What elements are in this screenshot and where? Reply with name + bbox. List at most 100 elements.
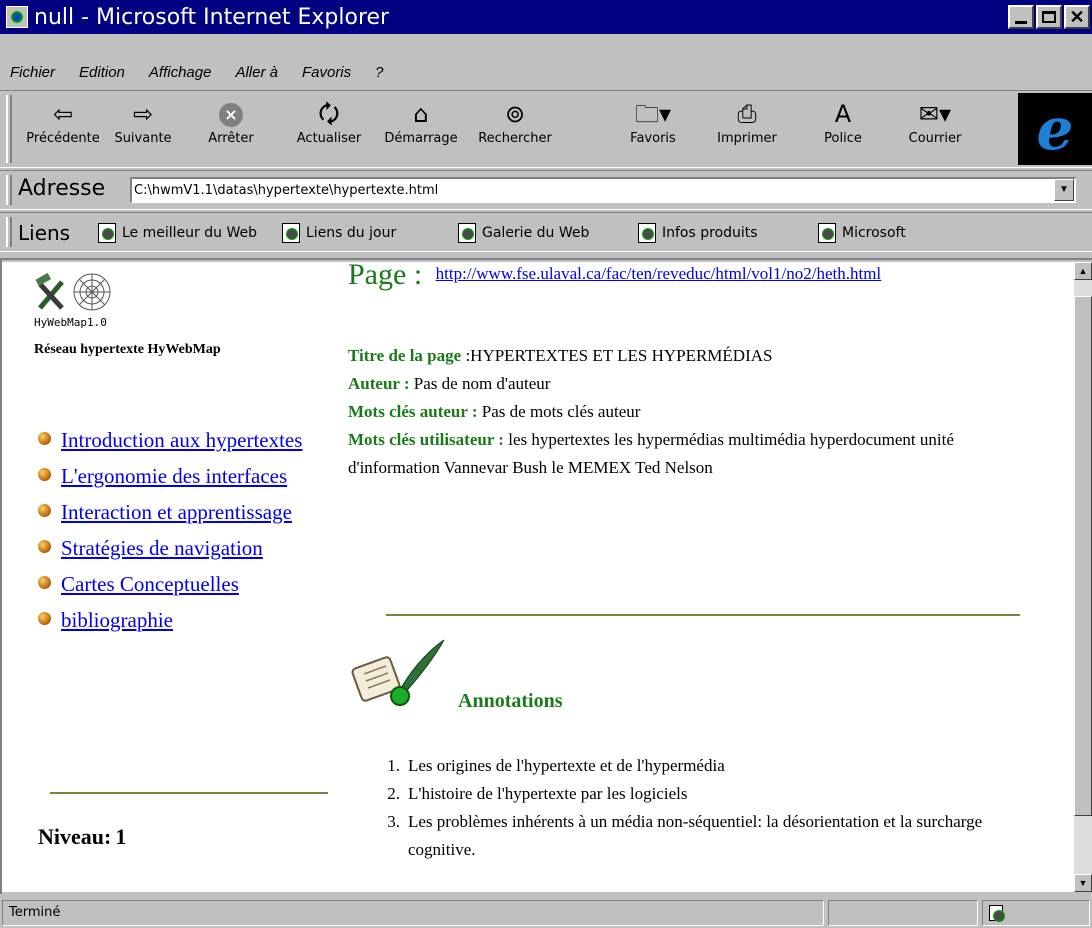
nav-link-interaction[interactable]: Interaction et apprentissage bbox=[61, 500, 292, 524]
bullet-icon bbox=[38, 432, 51, 445]
address-bar: Adresse ▼ bbox=[0, 170, 1092, 210]
link-label: Microsoft bbox=[842, 225, 906, 241]
meta-author-value: Pas de nom d'auteur bbox=[413, 374, 551, 393]
status-pane-progress bbox=[828, 900, 978, 926]
meta-title-value: :HYPERTEXTES ET LES HYPERMÉDIAS bbox=[465, 346, 773, 365]
menu-help[interactable]: ? bbox=[375, 64, 383, 81]
title-bar: null - Microsoft Internet Explorer ✕ bbox=[0, 0, 1092, 34]
nav-item-introduction: Introduction aux hypertextes bbox=[34, 422, 329, 458]
status-bar: Terminé bbox=[0, 898, 1092, 928]
scrollbar-thumb[interactable] bbox=[1074, 296, 1092, 816]
web-page-icon bbox=[458, 223, 476, 243]
search-button[interactable]: ⊚ Rechercher bbox=[470, 97, 560, 161]
font-label: Police bbox=[824, 131, 862, 146]
menu-edition[interactable]: Edition bbox=[79, 64, 125, 81]
page-url-link[interactable]: http://www.fse.ulaval.ca/fac/ten/reveduc… bbox=[436, 264, 882, 283]
back-label: Précédente bbox=[26, 131, 100, 146]
link-microsoft[interactable]: Microsoft bbox=[818, 223, 906, 243]
home-button[interactable]: ⌂ Démarrage bbox=[376, 97, 466, 161]
favorites-button[interactable]: 🗀▾ Favoris bbox=[608, 97, 698, 161]
home-icon: ⌂ bbox=[413, 100, 429, 128]
annotation-number: 3. bbox=[387, 812, 400, 831]
address-label: Adresse bbox=[18, 176, 106, 201]
link-liens-du-jour[interactable]: Liens du jour bbox=[282, 223, 396, 243]
annotation-text: L'histoire de l'hypertexte par les logic… bbox=[408, 784, 688, 803]
address-input[interactable] bbox=[132, 183, 1052, 198]
annotations-title: Annotations bbox=[458, 690, 563, 712]
menu-affichage[interactable]: Affichage bbox=[149, 64, 212, 81]
menu-aller-a[interactable]: Aller à bbox=[235, 64, 278, 81]
status-pane-zone bbox=[982, 900, 1090, 926]
bullet-icon bbox=[38, 504, 51, 517]
right-divider bbox=[386, 614, 1020, 616]
web-page-icon bbox=[98, 223, 116, 243]
web-page-icon bbox=[818, 223, 836, 243]
links-label: Liens bbox=[18, 221, 71, 245]
address-grip[interactable] bbox=[6, 175, 12, 205]
ie-throbber-logo[interactable]: e bbox=[1018, 93, 1092, 165]
address-dropdown-button[interactable]: ▼ bbox=[1054, 179, 1074, 201]
status-text: Terminé bbox=[2, 900, 824, 926]
annotation-text: Les origines de l'hypertexte et de l'hyp… bbox=[408, 756, 725, 775]
close-button[interactable]: ✕ bbox=[1064, 5, 1090, 29]
printer-icon: ⎙ bbox=[737, 100, 757, 128]
nav-link-ergonomie[interactable]: L'ergonomie des interfaces bbox=[61, 464, 287, 488]
bullet-icon bbox=[38, 540, 51, 553]
search-icon: ⊚ bbox=[504, 100, 526, 128]
nav-link-bibliographie[interactable]: bibliographie bbox=[61, 608, 173, 632]
link-meilleur-du-web[interactable]: Le meilleur du Web bbox=[98, 223, 257, 243]
level-indicator: Niveau: 1 bbox=[34, 824, 126, 850]
scroll-up-icon[interactable]: ▲ bbox=[1074, 262, 1092, 280]
vertical-scrollbar[interactable]: ▲ ▼ bbox=[1074, 262, 1092, 892]
meta-title-label: Titre de la page bbox=[348, 346, 462, 365]
ie-app-icon[interactable] bbox=[6, 6, 28, 28]
refresh-button[interactable]: 🗘 Actualiser bbox=[284, 97, 374, 161]
links-bar: Liens Le meilleur du Web Liens du jour G… bbox=[0, 212, 1092, 252]
font-button[interactable]: A Police bbox=[798, 97, 888, 161]
topic-nav-list: Introduction aux hypertextes L'ergonomie… bbox=[34, 422, 329, 638]
link-label: Infos produits bbox=[662, 225, 758, 241]
standard-toolbar: ⇦ Précédente ⇨ Suivante × Arrêter 🗘 Actu… bbox=[0, 90, 1092, 168]
favorites-label: Favoris bbox=[630, 131, 676, 146]
maximize-button[interactable] bbox=[1036, 5, 1062, 29]
annotations-list: 1. Les origines de l'hypertexte et de l'h… bbox=[372, 752, 1052, 864]
nav-item-bibliographie: bibliographie bbox=[34, 602, 329, 638]
annotation-item: 3. Les problèmes inhérents à un média non… bbox=[372, 808, 1052, 864]
refresh-label: Actualiser bbox=[296, 131, 362, 146]
address-field-wrapper: ▼ bbox=[130, 177, 1076, 203]
meta-author-label: Auteur : bbox=[348, 374, 410, 393]
nav-link-introduction[interactable]: Introduction aux hypertextes bbox=[61, 428, 302, 452]
nav-item-interaction: Interaction et apprentissage bbox=[34, 494, 329, 530]
scroll-down-icon[interactable]: ▼ bbox=[1074, 874, 1092, 892]
web-page-icon bbox=[638, 223, 656, 243]
nav-link-cartes[interactable]: Cartes Conceptuelles bbox=[61, 572, 239, 596]
annotation-text: Les problèmes inhérents à un média non-s… bbox=[408, 812, 983, 859]
font-size-icon: A bbox=[834, 100, 852, 128]
stop-icon: × bbox=[186, 97, 276, 131]
link-galerie-du-web[interactable]: Galerie du Web bbox=[458, 223, 589, 243]
print-label: Imprimer bbox=[717, 131, 777, 146]
links-grip[interactable] bbox=[6, 217, 12, 247]
scroll-quill-icon bbox=[351, 639, 445, 706]
search-label: Rechercher bbox=[478, 131, 552, 146]
minimize-button[interactable] bbox=[1008, 5, 1034, 29]
mail-label: Courrier bbox=[908, 131, 962, 146]
mail-button[interactable]: ✉▾ Courrier bbox=[890, 97, 980, 161]
toolbar-grip[interactable] bbox=[6, 95, 12, 163]
nav-item-ergonomie: L'ergonomie des interfaces bbox=[34, 458, 329, 494]
menu-favoris[interactable]: Favoris bbox=[302, 64, 351, 81]
link-label: Liens du jour bbox=[306, 225, 397, 241]
back-button[interactable]: ⇦ Précédente bbox=[18, 97, 108, 161]
bullet-icon bbox=[38, 576, 51, 589]
annotation-number: 2. bbox=[387, 784, 400, 803]
stop-button[interactable]: × Arrêter bbox=[186, 97, 276, 161]
link-infos-produits[interactable]: Infos produits bbox=[638, 223, 758, 243]
menu-fichier[interactable]: Fichier bbox=[10, 64, 55, 81]
mail-icon: ✉▾ bbox=[918, 100, 952, 128]
print-button[interactable]: ⎙ Imprimer bbox=[702, 97, 792, 161]
home-label: Démarrage bbox=[384, 131, 458, 146]
nav-link-strategies[interactable]: Stratégies de navigation bbox=[61, 536, 263, 560]
left-divider bbox=[50, 792, 328, 794]
level-value: 1 bbox=[115, 824, 127, 849]
forward-button[interactable]: ⇨ Suivante bbox=[98, 97, 188, 161]
